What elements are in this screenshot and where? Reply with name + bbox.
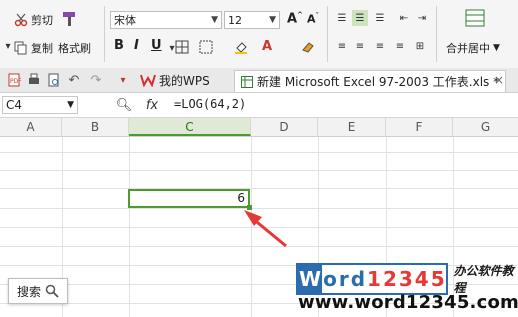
print-preview-icon[interactable] (46, 72, 62, 88)
align-left-icon[interactable]: ≡ (334, 38, 350, 54)
justify-icon[interactable]: ≡ (392, 38, 408, 54)
grow-font-label: A (287, 11, 298, 27)
search-button[interactable]: 搜索 (8, 278, 68, 304)
watermark-brand: W o r d 1 2 3 4 5 (296, 263, 448, 295)
close-tab-icon[interactable]: × (494, 70, 504, 90)
align-middle-icon[interactable]: ☰ (352, 10, 368, 26)
align-right-icon[interactable]: ≡ (372, 38, 388, 54)
watermark-letter: 5 (430, 267, 445, 291)
watermark-logo: W o r d 1 2 3 4 5 办公软件教程 (296, 262, 518, 296)
divider (104, 6, 105, 62)
font-color-icon[interactable]: A (259, 38, 275, 54)
copy-icon (14, 41, 27, 55)
align-bottom-icon[interactable]: ☰ (372, 10, 388, 26)
divider (436, 6, 437, 62)
copy-button[interactable]: 复制 (14, 40, 53, 56)
chevron-down-icon: ▼ (493, 43, 500, 53)
fx-label: fx (145, 97, 159, 113)
watermark-letter: 2 (382, 267, 397, 291)
distributed-icon[interactable]: ⊞ (412, 38, 428, 54)
font-size-value: 12 (228, 13, 242, 27)
cell-style-icon[interactable] (198, 39, 214, 55)
watermark-letter: r (338, 267, 349, 291)
chevron-down-icon: ▼ (67, 100, 74, 110)
cut-label: 剪切 (31, 14, 53, 27)
column-header-b[interactable]: B (62, 118, 129, 136)
align-center-icon[interactable]: ≡ (352, 38, 368, 54)
watermark-letter: 3 (398, 267, 413, 291)
chevron-down-icon: ▼ (269, 15, 276, 25)
formula-input[interactable]: =LOG(64,2) (174, 97, 246, 111)
font-size-select[interactable]: 12 ▼ (224, 11, 280, 29)
search-label: 搜索 (16, 284, 41, 299)
indent-decrease-icon[interactable]: ⇤ (396, 10, 412, 26)
chevron-down-icon: ▼ (211, 15, 218, 25)
spreadsheet-icon (241, 75, 253, 88)
watermark-letter: 4 (414, 267, 429, 291)
clear-format-icon[interactable] (300, 39, 316, 55)
column-header-row: A B C D E F G (0, 118, 518, 137)
copy-label: 复制 (31, 42, 53, 55)
paintbrush-icon (63, 12, 75, 26)
column-header-g[interactable]: G (453, 118, 518, 136)
svg-text:PDF: PDF (10, 78, 21, 85)
name-box-value: C4 (6, 98, 23, 112)
font-name-select[interactable]: 宋体 ▼ (110, 11, 222, 29)
column-header-f[interactable]: F (386, 118, 453, 136)
watermark-letter: 1 (367, 267, 381, 291)
tab-excel-document[interactable]: 新建 Microsoft Excel 97-2003 工作表.xls * (234, 70, 507, 92)
format-painter-button[interactable]: 格式刷 (58, 40, 91, 56)
print-icon[interactable] (26, 72, 42, 88)
shrink-font-label: A (307, 12, 316, 26)
watermark-url: www.word12345.com (298, 292, 518, 313)
merge-center-label: 合并居中 (446, 42, 490, 55)
watermark-letter: W (298, 265, 323, 293)
tab-my-wps-label: 我的WPS (159, 73, 210, 88)
scissors-icon (14, 13, 28, 27)
cut-button[interactable]: 剪切 (14, 12, 53, 28)
tab-my-wps[interactable]: 我的WPS (140, 70, 210, 90)
tab-excel-label: 新建 Microsoft Excel 97-2003 工作表.xls * (257, 75, 500, 89)
merge-center-icon[interactable] (464, 8, 486, 28)
underline-label: U (151, 38, 162, 53)
undo-icon[interactable]: ↶ (66, 72, 82, 88)
divider (327, 6, 328, 62)
shrink-font-button[interactable]: Aˇ (307, 12, 319, 26)
indent-increase-icon[interactable]: ⇥ (414, 10, 430, 26)
italic-button[interactable]: I (134, 38, 139, 53)
format-painter-icon[interactable] (60, 10, 80, 28)
document-tab-bar: PDF ↶ ↷ ▾ 我的WPS 新建 Microsoft Excel 97-20… (0, 68, 518, 93)
bold-label: B (114, 38, 124, 53)
underline-button[interactable]: U (151, 38, 162, 53)
font-name-value: 宋体 (114, 14, 136, 27)
watermark-letter: d (350, 267, 366, 291)
watermark-subtitle: 办公软件教程 (453, 264, 514, 295)
insert-function-button[interactable]: fx (140, 97, 164, 113)
zoom-formula-icon[interactable]: 🔍︎ (116, 97, 133, 113)
wps-logo-icon (140, 74, 156, 87)
italic-label: I (134, 38, 139, 53)
formula-bar: C4 ▼ 🔍︎ fx =LOG(64,2) (0, 93, 518, 118)
watermark-letter: o (323, 267, 337, 291)
grow-font-button[interactable]: A^ (287, 11, 303, 26)
redo-icon[interactable]: ↷ (88, 72, 104, 88)
ribbon-toolbar: 剪切 ▾ 复制 格式刷 宋体 ▼ 12 ▼ A^ Aˇ B I U ▾ A ☰ … (0, 0, 518, 69)
column-header-a[interactable]: A (0, 118, 62, 136)
column-header-c[interactable]: C (129, 118, 251, 136)
align-top-icon[interactable]: ☰ (334, 10, 350, 26)
column-header-d[interactable]: D (251, 118, 318, 136)
pdf-icon[interactable]: PDF (6, 72, 22, 88)
bold-button[interactable]: B (114, 38, 124, 53)
border-icon[interactable] (174, 39, 190, 55)
search-icon (45, 284, 59, 298)
fill-color-icon[interactable] (233, 39, 249, 55)
merge-center-button[interactable]: 合并居中 ▼ (446, 40, 500, 56)
column-header-e[interactable]: E (318, 118, 386, 136)
format-painter-label: 格式刷 (58, 42, 91, 55)
customize-dropdown-icon[interactable]: ▾ (115, 72, 131, 88)
name-box[interactable]: C4 ▼ (2, 96, 78, 114)
